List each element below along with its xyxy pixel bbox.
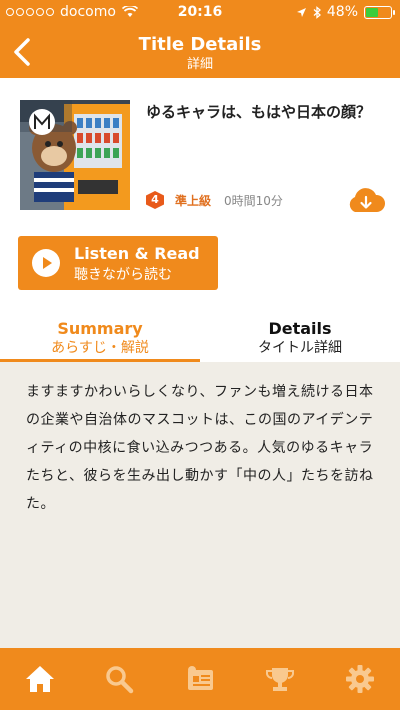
page-title: Title Details	[138, 34, 262, 55]
tab-summary-sublabel: あらすじ・解説	[51, 340, 149, 356]
tab-details-sublabel: タイトル詳細	[258, 340, 342, 356]
settings-icon[interactable]	[343, 662, 377, 696]
nav-bar: Title Details 詳細	[0, 26, 400, 78]
location-icon	[296, 7, 306, 17]
tab-details[interactable]: Details タイトル詳細	[200, 318, 400, 362]
listen-and-read-button[interactable]: Listen & Read 聴きながら読む	[18, 236, 218, 290]
trophy-icon[interactable]	[263, 662, 297, 696]
bluetooth-icon	[313, 5, 321, 19]
home-icon[interactable]	[23, 662, 57, 696]
duration: 0時間10分	[224, 194, 283, 208]
bottom-tab-bar	[0, 648, 400, 710]
tab-details-label: Details	[268, 319, 332, 338]
status-bar: docomo 20:16 48%	[0, 0, 400, 26]
level-label: 準上級	[175, 194, 212, 208]
level-badge: 4	[146, 191, 164, 209]
download-icon[interactable]	[346, 186, 386, 214]
listen-label-ja: 聴きながら読む	[74, 267, 172, 283]
battery-percent: 48%	[326, 4, 358, 20]
news-icon[interactable]	[183, 662, 217, 696]
search-icon[interactable]	[102, 662, 136, 696]
tab-summary-label: Summary	[57, 319, 143, 338]
page-subtitle: 詳細	[186, 57, 213, 72]
battery-icon	[364, 5, 395, 19]
cover-image[interactable]	[20, 100, 130, 210]
book-title: ゆるキャラは、もはや日本の顔？	[146, 103, 372, 121]
title-header-section: ゆるキャラは、もはや日本の顔？ 4 準上級 0時間10分 Listen & Re…	[0, 78, 400, 362]
tab-summary[interactable]: Summary あらすじ・解説	[0, 318, 200, 362]
status-right: 48%	[296, 4, 395, 20]
play-icon	[32, 249, 60, 277]
listen-label-en: Listen & Read	[74, 244, 200, 263]
summary-text: ますますかわいらしくなり、ファンも増え続ける日本の企業や自治体のマスコットは、こ…	[26, 384, 374, 512]
